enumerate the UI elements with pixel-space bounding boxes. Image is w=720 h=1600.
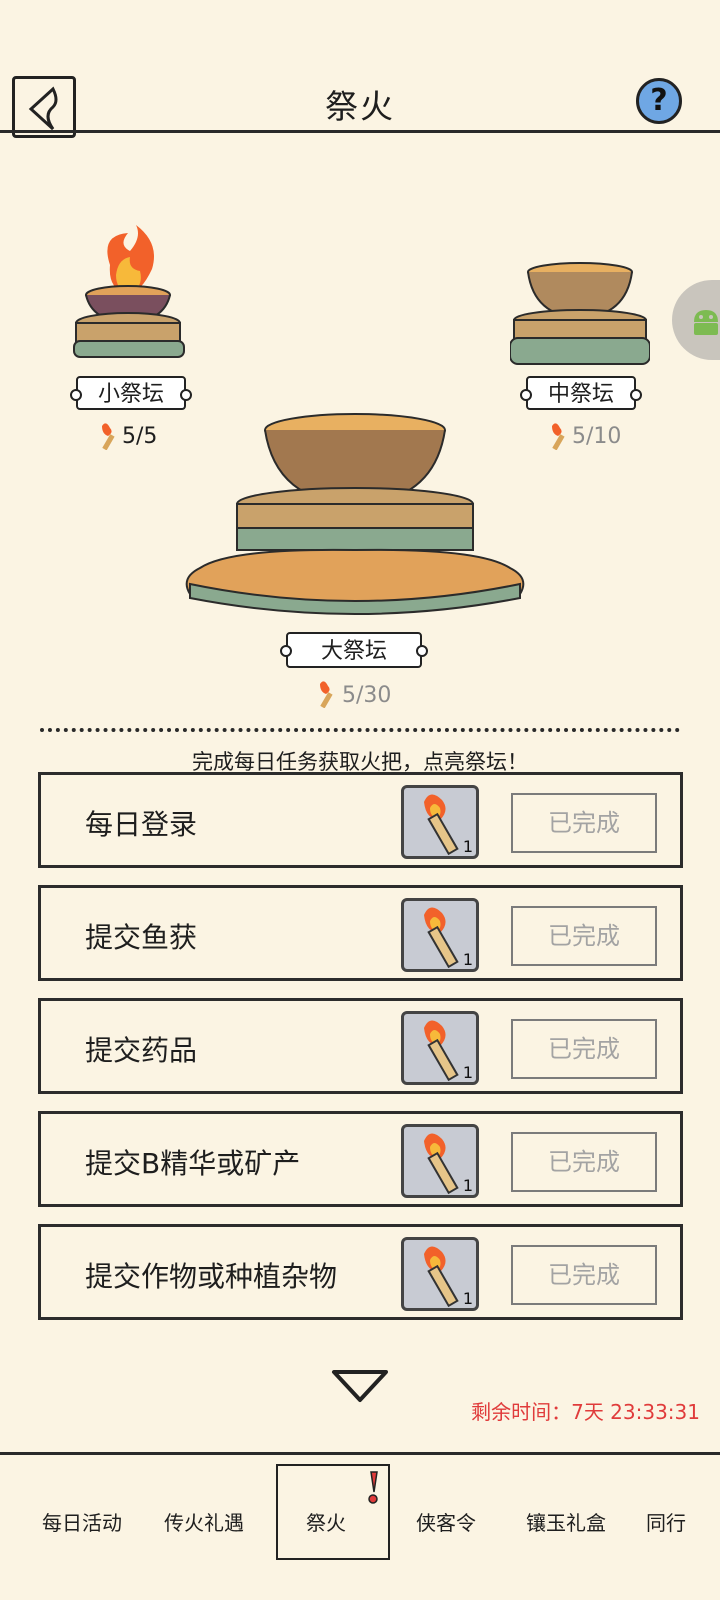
task-reward[interactable]: 1 [401,785,479,859]
nav-tab-daily[interactable]: 每日活动 [42,1507,122,1536]
large-altar-image[interactable] [180,408,530,618]
reward-quantity: 1 [462,1063,473,1082]
reward-quantity: 1 [462,1176,473,1195]
nav-divider [0,1452,720,1455]
header-divider [0,130,720,133]
task-row: 提交鱼获 1 已完成 [38,885,683,981]
task-status-button[interactable]: 已完成 [511,1019,657,1079]
task-name: 提交作物或种植杂物 [85,1260,338,1293]
floating-assistant-button[interactable] [672,280,720,360]
task-reward[interactable]: 1 [401,898,479,972]
android-icon [694,310,718,335]
small-altar-image[interactable] [70,225,190,365]
large-altar-label: 大祭坛 [280,632,428,668]
nav-tab-companion[interactable]: 同行 [646,1507,686,1536]
task-status-button[interactable]: 已完成 [511,906,657,966]
task-reward[interactable]: 1 [401,1011,479,1085]
medium-altar-label: 中祭坛 [520,376,642,410]
task-name: 提交B精华或矿产 [85,1147,301,1180]
task-reward[interactable]: 1 [401,1237,479,1311]
task-row: 提交作物或种植杂物 1 已完成 [38,1224,683,1320]
chevron-down-icon[interactable] [330,1366,390,1406]
reward-quantity: 1 [462,1289,473,1308]
task-reward[interactable]: 1 [401,1124,479,1198]
reward-quantity: 1 [462,837,473,856]
section-divider [40,728,680,732]
back-button[interactable] [12,76,76,138]
help-button[interactable]: ? [636,78,682,124]
task-status-button[interactable]: 已完成 [511,1132,657,1192]
back-icon [28,86,58,131]
page-title: 祭火 [325,87,395,126]
task-status-button[interactable]: 已完成 [511,793,657,853]
medium-altar-count: 5/10 [572,424,622,449]
medium-altar-image[interactable] [510,262,650,372]
torch-icon [424,1133,459,1195]
task-name: 每日登录 [85,808,198,841]
remaining-time: 剩余时间：7天 23:33:31 [471,1400,700,1424]
nav-tab-altar-fire[interactable]: 祭火 [306,1507,346,1536]
reward-quantity: 1 [462,950,473,969]
alert-badge-icon [368,1471,378,1504]
task-row: 提交药品 1 已完成 [38,998,683,1094]
help-icon: ? [650,83,668,118]
nav-tab-jade-box[interactable]: 镶玉礼盒 [526,1507,606,1536]
task-row: 提交B精华或矿产 1 已完成 [38,1111,683,1207]
task-row: 每日登录 1 已完成 [38,772,683,868]
torch-icon [424,1020,459,1082]
nav-tab-hero-pass[interactable]: 侠客令 [416,1507,476,1536]
small-altar-count: 5/5 [122,424,158,449]
torch-icon [424,1246,459,1308]
task-name: 提交鱼获 [85,921,198,954]
torch-icon [552,423,565,450]
torch-icon [424,794,459,856]
task-status-button[interactable]: 已完成 [511,1245,657,1305]
torch-icon [424,907,459,969]
torch-icon [320,681,333,708]
task-name: 提交药品 [85,1034,198,1067]
torch-icon [102,423,115,450]
small-altar-label: 小祭坛 [70,376,192,410]
nav-tab-fire-gift[interactable]: 传火礼遇 [164,1507,244,1536]
large-altar-count: 5/30 [342,683,392,708]
